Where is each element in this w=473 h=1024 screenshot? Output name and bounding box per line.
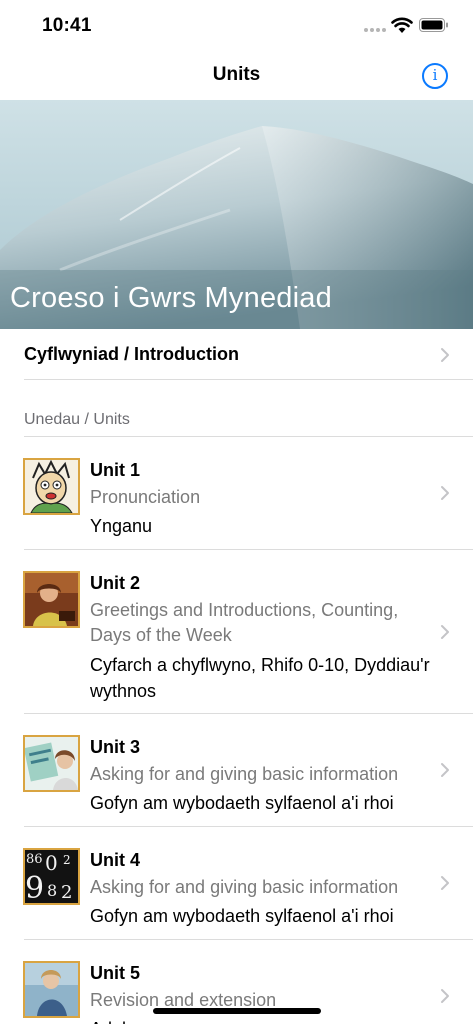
battery-icon bbox=[419, 18, 448, 32]
unit-4-title: Unit 4 bbox=[90, 850, 141, 870]
chevron-right-icon bbox=[441, 625, 449, 639]
status-bar: 10:41 bbox=[0, 0, 473, 50]
unit-row-3[interactable]: Unit 3 Asking for and giving basic infor… bbox=[0, 714, 473, 826]
unit-2-english: Greetings and Introductions, Counting, D… bbox=[90, 600, 399, 645]
unit-2-thumbnail bbox=[23, 571, 80, 628]
introduction-label: Cyflwyniad / Introduction bbox=[24, 344, 239, 364]
hero-title: Croeso i Gwrs Mynediad bbox=[10, 282, 332, 314]
divider bbox=[24, 379, 473, 380]
unit-2-welsh: Cyfarch a chyflwyno, Rhifo 0-10, Dyddiau… bbox=[90, 655, 430, 701]
svg-text:9: 9 bbox=[25, 871, 44, 903]
unit-row-1[interactable]: Unit 1 Pronunciation Ynganu bbox=[0, 437, 473, 549]
chevron-right-icon bbox=[441, 486, 449, 500]
unit-5-thumbnail bbox=[23, 961, 80, 1018]
introduction-row[interactable]: Cyflwyniad / Introduction bbox=[0, 329, 473, 379]
page-title: Units bbox=[212, 64, 261, 85]
chevron-right-icon bbox=[441, 876, 449, 890]
unit-4-welsh: Gofyn am wybodaeth sylfaenol a'i rhoi bbox=[90, 906, 394, 926]
unit-4-english: Asking for and giving basic information bbox=[90, 877, 399, 897]
navigation-bar: Units bbox=[0, 50, 473, 100]
chevron-right-icon bbox=[441, 348, 449, 362]
unit-5-welsh: Adolygu bbox=[90, 1016, 435, 1024]
svg-text:86: 86 bbox=[26, 852, 43, 867]
unit-row-2[interactable]: Unit 2 Greetings and Introductions, Coun… bbox=[0, 550, 473, 713]
unit-5-title: Unit 5 bbox=[90, 963, 141, 983]
unit-1-english: Pronunciation bbox=[90, 487, 201, 507]
home-indicator[interactable] bbox=[153, 1008, 321, 1014]
status-time: 10:41 bbox=[42, 15, 92, 36]
wifi-icon bbox=[391, 17, 413, 33]
info-icon[interactable]: i bbox=[422, 63, 448, 89]
svg-text:2: 2 bbox=[61, 882, 72, 903]
svg-text:2: 2 bbox=[63, 853, 71, 867]
unit-1-title: Unit 1 bbox=[90, 460, 141, 480]
unit-3-english: Asking for and giving basic information bbox=[90, 764, 399, 784]
unit-3-welsh: Gofyn am wybodaeth sylfaenol a'i rhoi bbox=[90, 793, 394, 813]
cellular-signal-icon bbox=[364, 28, 386, 32]
unit-row-4[interactable]: 86 0 2 9 8 2 Unit 4 Asking for and givin… bbox=[0, 827, 473, 939]
unit-3-thumbnail bbox=[23, 735, 80, 792]
unit-3-title: Unit 3 bbox=[90, 737, 141, 757]
unit-4-thumbnail: 86 0 2 9 8 2 bbox=[23, 848, 80, 905]
unit-2-title: Unit 2 bbox=[90, 573, 141, 593]
unit-1-thumbnail bbox=[23, 458, 80, 515]
svg-text:8: 8 bbox=[47, 881, 57, 900]
chevron-right-icon bbox=[441, 763, 449, 777]
section-header: Unedau / Units bbox=[24, 411, 130, 428]
chevron-right-icon bbox=[441, 989, 449, 1003]
svg-text:0: 0 bbox=[45, 851, 58, 875]
unit-1-welsh: Ynganu bbox=[90, 516, 153, 536]
